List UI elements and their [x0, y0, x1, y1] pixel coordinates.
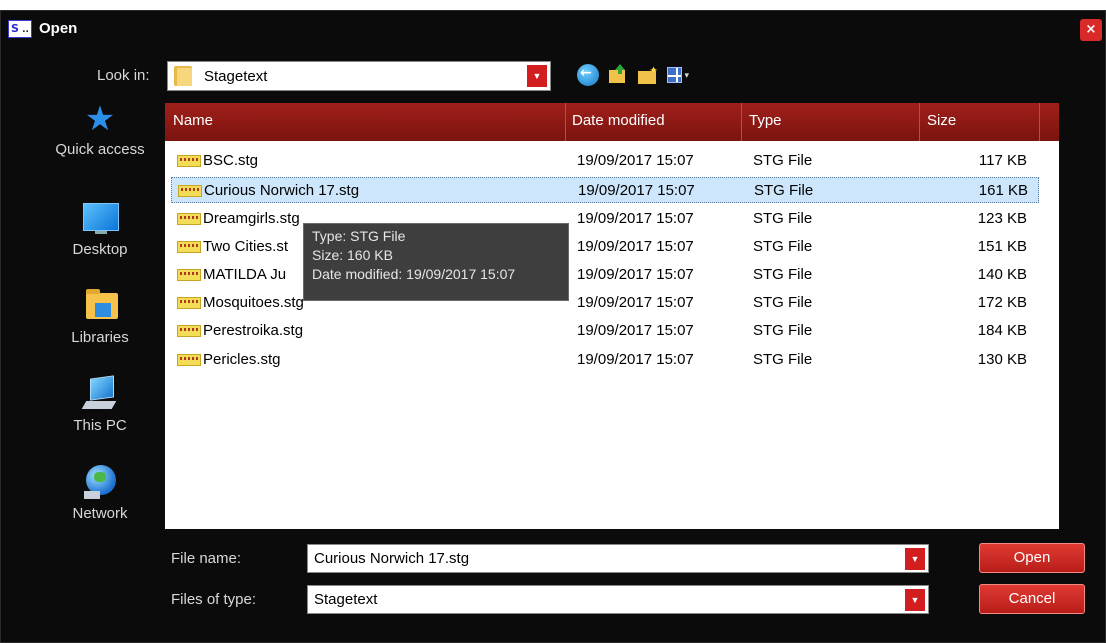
file-size: 161 KB — [978, 182, 1028, 199]
file-name-label: File name: — [171, 550, 242, 567]
column-divider[interactable] — [565, 103, 566, 141]
file-size: 151 KB — [977, 238, 1027, 255]
file-type: STG File — [753, 322, 813, 339]
table-row[interactable]: Dreamgirls.stg 19/09/2017 15:07 STG File… — [171, 206, 1039, 232]
place-desktop[interactable]: Desktop — [45, 199, 155, 258]
file-type-label: Files of type: — [171, 591, 257, 608]
stg-file-icon — [177, 325, 201, 337]
look-in-dropdown[interactable]: Stagetext ▼ — [167, 61, 551, 91]
list-header: Name Date modified Type Size — [165, 103, 1059, 141]
column-divider[interactable] — [919, 103, 920, 141]
close-button[interactable]: × — [1080, 19, 1102, 41]
stg-file-icon — [177, 297, 201, 309]
stg-file-icon — [177, 213, 201, 225]
place-libraries[interactable]: Libraries — [45, 287, 155, 346]
open-button[interactable]: Open — [979, 543, 1085, 573]
stg-file-icon — [177, 269, 201, 281]
file-name-field[interactable]: Curious Norwich 17.stg ▼ — [307, 544, 929, 573]
file-date: 19/09/2017 15:07 — [577, 210, 694, 227]
new-folder-icon[interactable]: ✦ — [637, 64, 659, 86]
file-size: 184 KB — [977, 322, 1027, 339]
place-label: Desktop — [72, 241, 128, 258]
file-date: 19/09/2017 15:07 — [577, 294, 694, 311]
file-name: BSC.stg — [203, 152, 259, 169]
chevron-down-icon[interactable]: ▼ — [905, 548, 925, 570]
file-list[interactable]: Name Date modified Type Size BSC.stg 19/… — [165, 103, 1059, 529]
stg-file-icon — [177, 354, 201, 366]
file-name: Perestroika.stg — [203, 322, 304, 339]
column-divider[interactable] — [1039, 103, 1040, 141]
file-type: STG File — [753, 266, 813, 283]
file-type-dropdown[interactable]: Stagetext ▼ — [307, 585, 929, 614]
look-in-label: Look in: — [97, 67, 150, 84]
table-row[interactable]: BSC.stg 19/09/2017 15:07 STG File 117 KB — [171, 148, 1039, 174]
quick-access-star-icon: ★ — [84, 100, 116, 138]
place-network[interactable]: Network — [45, 463, 155, 522]
file-type-value: Stagetext — [314, 591, 378, 608]
stg-file-icon — [177, 155, 201, 167]
column-type[interactable]: Type — [749, 112, 782, 129]
title-bar[interactable]: S .. Open × — [1, 11, 1105, 51]
up-folder-icon[interactable] — [607, 64, 629, 86]
file-type: STG File — [754, 182, 814, 199]
tooltip-type: Type: STG File — [312, 228, 406, 244]
dialog-title: Open — [39, 20, 78, 37]
stg-file-icon — [178, 185, 202, 197]
table-row[interactable]: Mosquitoes.stg 19/09/2017 15:07 STG File… — [171, 290, 1039, 316]
table-row[interactable]: MATILDA Ju 19/09/2017 15:07 STG File 140… — [171, 262, 1039, 288]
top-strip — [0, 0, 1106, 10]
column-name[interactable]: Name — [173, 112, 213, 129]
tooltip-size: Size: 160 KB — [312, 247, 393, 263]
place-label: Libraries — [71, 329, 129, 346]
this-pc-icon — [80, 375, 120, 415]
table-row[interactable]: Two Cities.st 19/09/2017 15:07 STG File … — [171, 234, 1039, 260]
open-dialog: S .. Open × Look in: Stagetext ▼ ✦ ▾ ★ Q… — [0, 10, 1106, 643]
file-tooltip: Type: STG File Size: 160 KB Date modifie… — [303, 223, 569, 301]
column-size[interactable]: Size — [927, 112, 956, 129]
stg-file-icon — [177, 241, 201, 253]
file-size: 140 KB — [977, 266, 1027, 283]
file-name: Pericles.stg — [203, 351, 281, 368]
file-size: 123 KB — [977, 210, 1027, 227]
cancel-button[interactable]: Cancel — [979, 584, 1085, 614]
file-date: 19/09/2017 15:07 — [577, 152, 694, 169]
column-date-modified[interactable]: Date modified — [572, 112, 665, 129]
file-date: 19/09/2017 15:07 — [577, 266, 694, 283]
desktop-icon — [80, 199, 120, 239]
file-size: 130 KB — [977, 351, 1027, 368]
table-row[interactable]: Perestroika.stg 19/09/2017 15:07 STG Fil… — [171, 318, 1039, 344]
place-label: Network — [72, 505, 128, 522]
folder-icon — [174, 66, 194, 86]
back-arrow-icon[interactable] — [577, 64, 599, 86]
file-date: 19/09/2017 15:07 — [577, 351, 694, 368]
libraries-icon — [80, 287, 120, 327]
place-quick-access[interactable]: ★ Quick access — [45, 99, 155, 158]
column-divider[interactable] — [741, 103, 742, 141]
file-size: 117 KB — [978, 152, 1027, 169]
file-date: 19/09/2017 15:07 — [577, 322, 694, 339]
file-date: 19/09/2017 15:07 — [577, 238, 694, 255]
app-icon: S .. — [8, 20, 32, 38]
file-size: 172 KB — [977, 294, 1027, 311]
place-label: This PC — [73, 417, 127, 434]
file-date: 19/09/2017 15:07 — [578, 182, 695, 199]
file-type: STG File — [753, 238, 813, 255]
chevron-down-icon[interactable]: ▼ — [527, 65, 547, 87]
network-icon — [80, 463, 120, 503]
view-menu-icon[interactable]: ▾ — [667, 64, 689, 86]
file-name: Curious Norwich 17.stg — [204, 182, 360, 199]
table-row-selected[interactable]: Curious Norwich 17.stg 19/09/2017 15:07 … — [171, 177, 1039, 203]
place-this-pc[interactable]: This PC — [45, 375, 155, 434]
file-type: STG File — [753, 351, 813, 368]
file-type: STG File — [753, 152, 813, 169]
place-label: Quick access — [55, 141, 145, 158]
toolbar: ✦ ▾ — [577, 64, 689, 88]
chevron-down-icon[interactable]: ▼ — [905, 589, 925, 611]
table-row[interactable]: Pericles.stg 19/09/2017 15:07 STG File 1… — [171, 347, 1039, 373]
look-in-value: Stagetext — [204, 68, 268, 85]
file-name-value: Curious Norwich 17.stg — [314, 550, 470, 567]
file-type: STG File — [753, 294, 813, 311]
file-type: STG File — [753, 210, 813, 227]
tooltip-date: Date modified: 19/09/2017 15:07 — [312, 266, 516, 282]
